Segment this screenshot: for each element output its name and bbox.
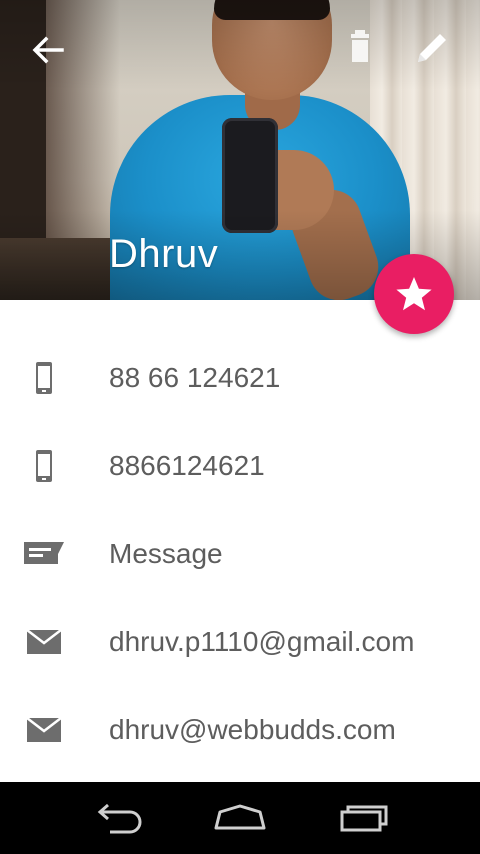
phone-number: 8866124621	[109, 450, 265, 481]
pencil-icon	[418, 34, 446, 62]
system-navigation-bar	[0, 782, 480, 854]
nav-back-icon	[97, 803, 142, 834]
nav-back-button[interactable]	[85, 796, 155, 840]
nav-recents-icon	[340, 805, 388, 832]
favorite-button[interactable]	[374, 254, 454, 334]
phone-icon	[22, 444, 66, 488]
star-icon	[396, 277, 432, 311]
email-icon	[22, 708, 66, 752]
list-item-email-1[interactable]: dhruv.p1110@gmail.com	[0, 598, 480, 686]
phone-number: 88 66 124621	[109, 362, 281, 393]
phone-icon	[22, 356, 66, 400]
email-address: dhruv@webbudds.com	[109, 714, 396, 745]
edit-button[interactable]	[410, 26, 454, 70]
list-item-message[interactable]: Message	[0, 510, 480, 598]
message-label: Message	[109, 538, 223, 569]
delete-button[interactable]	[340, 26, 380, 70]
contact-name: Dhruv	[109, 232, 219, 276]
email-address: dhruv.p1110@gmail.com	[109, 626, 415, 657]
message-icon	[22, 532, 66, 576]
list-item-email-2[interactable]: dhruv@webbudds.com	[0, 686, 480, 774]
nav-home-button[interactable]	[205, 796, 275, 840]
list-item-phone-2[interactable]: 8866124621	[0, 422, 480, 510]
back-button[interactable]	[28, 30, 68, 70]
contact-details-list: 88 66 124621 8866124621 Message dhruv.p1…	[0, 334, 480, 774]
list-item-phone-1[interactable]: 88 66 124621	[0, 334, 480, 422]
arrow-left-icon	[32, 36, 64, 64]
trash-icon	[351, 30, 369, 62]
nav-home-icon	[214, 804, 266, 830]
email-icon	[22, 620, 66, 664]
nav-recents-button[interactable]	[327, 796, 397, 840]
